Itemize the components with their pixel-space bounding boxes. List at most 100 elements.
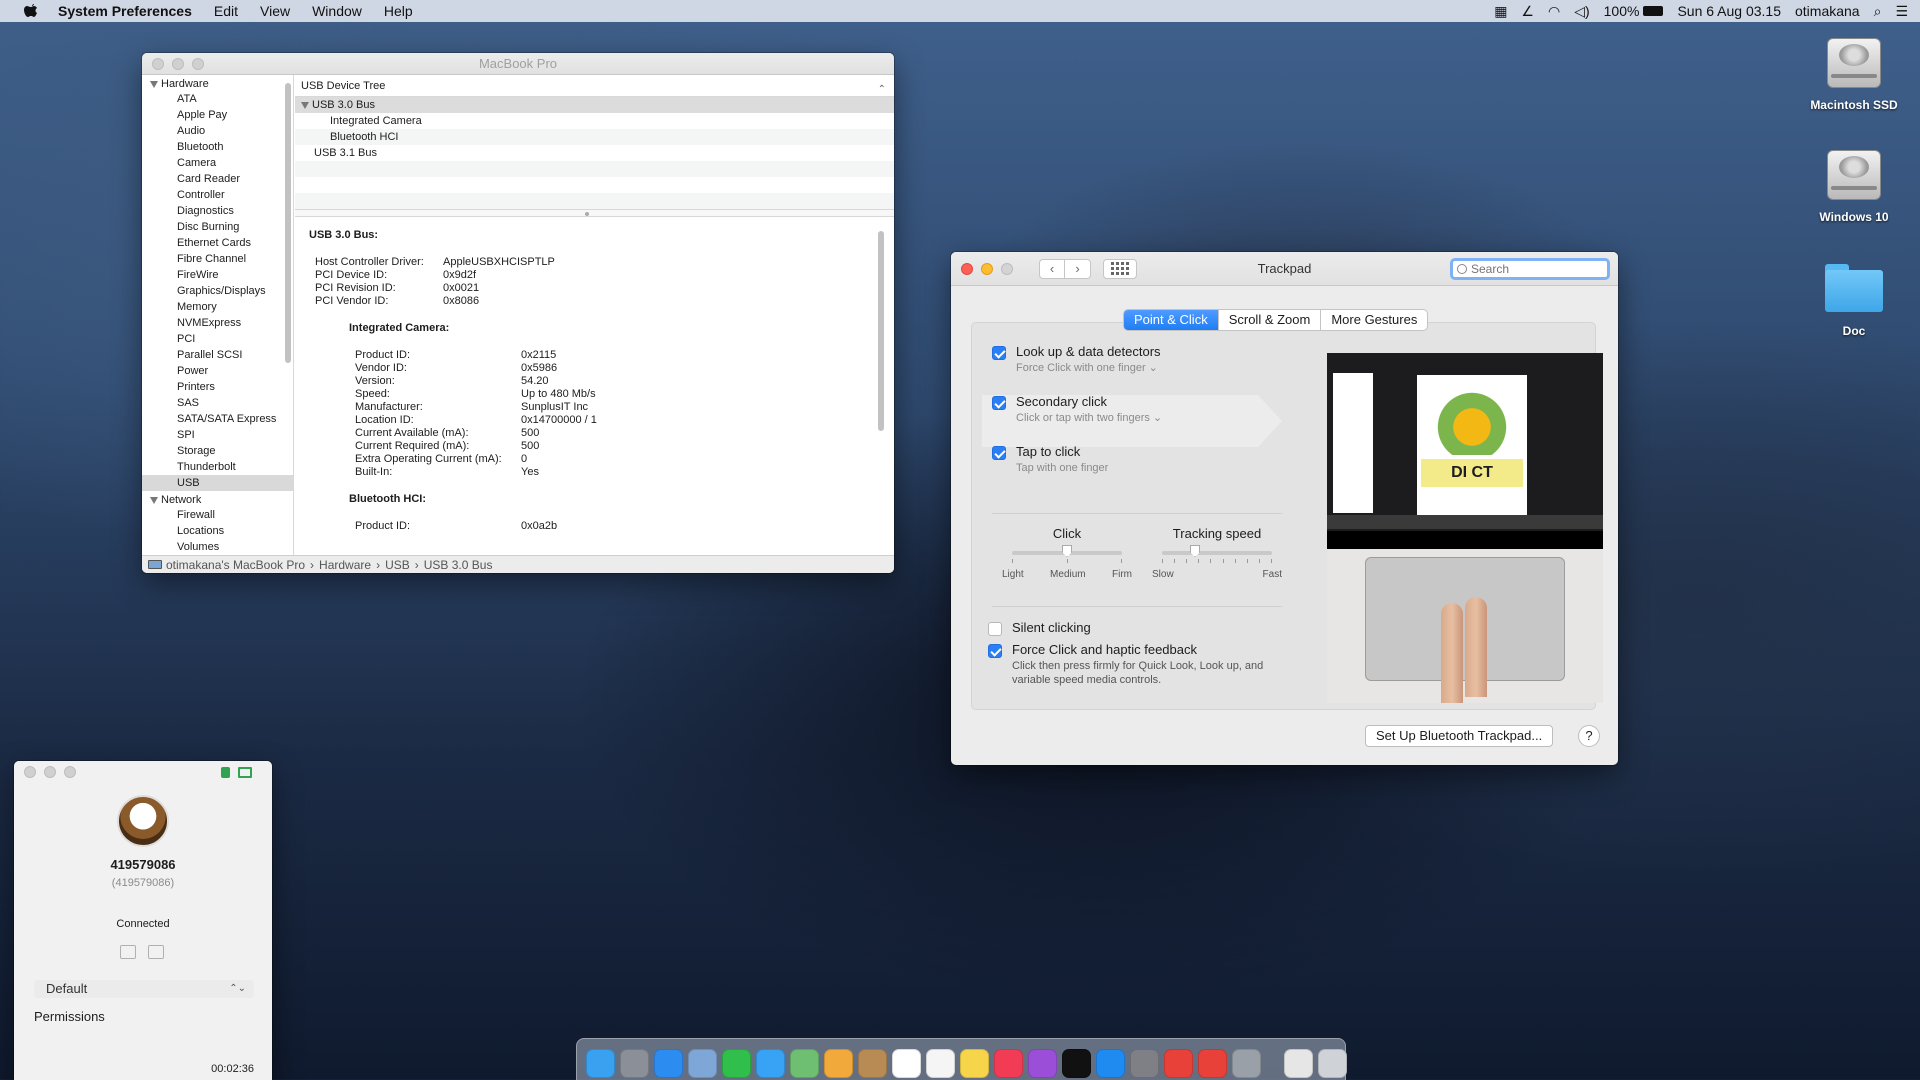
sidebar-item[interactable]: Locations	[142, 523, 293, 539]
menu-window[interactable]: Window	[312, 3, 362, 19]
tv-icon[interactable]	[1062, 1048, 1091, 1078]
tree-row-bluetooth-hci[interactable]: Bluetooth HCI	[295, 129, 894, 145]
sidebar-item[interactable]: Ethernet Cards	[142, 235, 293, 251]
chat-icon[interactable]	[148, 945, 164, 959]
minimize-button[interactable]	[44, 766, 56, 778]
tree-row-integrated-camera[interactable]: Integrated Camera	[295, 113, 894, 129]
tab-scroll-zoom[interactable]: Scroll & Zoom	[1219, 310, 1322, 330]
force-click-checkbox[interactable]	[988, 644, 1002, 658]
secondary-click-checkbox[interactable]	[992, 396, 1006, 410]
sidebar-scrollbar[interactable]	[285, 83, 291, 363]
sidebar-group-network[interactable]: Network	[142, 491, 293, 507]
zoom-button[interactable]	[64, 766, 76, 778]
desktop-icon-macintosh-ssd[interactable]: Macintosh SSD	[1794, 30, 1914, 112]
volume-icon[interactable]: ◁)	[1574, 3, 1589, 20]
sidebar-item[interactable]: Thunderbolt	[142, 459, 293, 475]
minimize-button[interactable]	[172, 57, 184, 70]
menu-help[interactable]: Help	[384, 3, 413, 19]
anydesk-icon[interactable]	[1164, 1048, 1193, 1078]
sidebar-item[interactable]: Power	[142, 363, 293, 379]
clock[interactable]: Sun 6 Aug 03.15	[1677, 3, 1781, 19]
option-gesture-dropdown[interactable]: Force Click with one finger ⌄	[1016, 361, 1161, 375]
tree-row-usb31[interactable]: USB 3.1 Bus	[295, 145, 894, 161]
path-usb30[interactable]: USB 3.0 Bus	[424, 556, 493, 574]
sidebar-item[interactable]: Firewall	[142, 507, 293, 523]
detail-scrollbar[interactable]	[878, 231, 884, 431]
system-preferences-icon[interactable]	[1130, 1048, 1159, 1078]
option-secondary-click[interactable]: Secondary click Click or tap with two fin…	[992, 393, 1162, 425]
sidebar-item[interactable]: Storage	[142, 443, 293, 459]
music-icon[interactable]	[994, 1048, 1023, 1078]
tracking-slider-knob[interactable]	[1190, 545, 1200, 557]
search-input[interactable]	[1471, 262, 1591, 276]
option-gesture-dropdown[interactable]: Click or tap with two fingers ⌄	[1016, 411, 1162, 425]
forward-button[interactable]: ›	[1065, 258, 1091, 279]
zoom-button[interactable]	[1001, 262, 1013, 275]
menu-app-name[interactable]: System Preferences	[58, 3, 192, 19]
tab-point-click[interactable]: Point & Click	[1124, 310, 1219, 330]
click-slider[interactable]	[1012, 545, 1122, 557]
menu-view[interactable]: View	[260, 3, 290, 19]
spotlight-icon[interactable]: ⌕	[1874, 3, 1882, 20]
sidebar-group-hardware[interactable]: Hardware	[142, 75, 293, 91]
wifi-icon[interactable]: ◠	[1548, 3, 1560, 20]
maps-icon[interactable]	[790, 1048, 819, 1078]
battery-icon[interactable]	[1643, 6, 1664, 16]
close-button[interactable]	[152, 57, 164, 70]
path-computer[interactable]: otimakana's MacBook Pro	[166, 556, 305, 574]
sidebar-item[interactable]: Memory	[142, 299, 293, 315]
sidebar-item[interactable]: Camera	[142, 155, 293, 171]
podcasts-icon[interactable]	[1028, 1048, 1057, 1078]
notification-center-icon[interactable]: ☰	[1895, 3, 1908, 20]
sidebar-item[interactable]: Card Reader	[142, 171, 293, 187]
sidebar-item[interactable]: PCI	[142, 331, 293, 347]
show-all-button[interactable]	[1103, 258, 1137, 279]
sidebar-item[interactable]: Disc Burning	[142, 219, 293, 235]
tap-to-click-checkbox[interactable]	[992, 446, 1006, 460]
desktop-icon-windows-10[interactable]: Windows 10	[1794, 142, 1914, 224]
disclosure-triangle-icon[interactable]	[301, 101, 309, 109]
option-lookup[interactable]: Look up & data detectors Force Click with…	[992, 343, 1161, 375]
facetime-icon[interactable]	[722, 1048, 751, 1078]
help-button[interactable]: ?	[1578, 725, 1600, 747]
sidebar-item[interactable]: SAS	[142, 395, 293, 411]
minimize-button[interactable]	[981, 262, 993, 275]
lookup-checkbox[interactable]	[992, 346, 1006, 360]
window-titlebar[interactable]: ‹ › Trackpad	[951, 252, 1618, 286]
sidebar-item[interactable]: NVMExpress	[142, 315, 293, 331]
finder-icon[interactable]	[586, 1048, 615, 1078]
sidebar-item[interactable]: USB	[142, 475, 293, 491]
option-silent-clicking[interactable]: Silent clicking	[988, 619, 1091, 637]
battery-percent[interactable]: 100%	[1604, 3, 1640, 19]
permissions-link[interactable]: Permissions	[34, 1009, 105, 1024]
sidebar-item[interactable]: Printers	[142, 379, 293, 395]
search-field[interactable]	[1450, 258, 1610, 280]
apple-icon[interactable]	[24, 3, 38, 19]
script-icon[interactable]: ∠	[1521, 3, 1534, 20]
tab-more-gestures[interactable]: More Gestures	[1321, 310, 1427, 330]
documents-stack-icon[interactable]	[1284, 1048, 1313, 1078]
tree-row-usb30[interactable]: USB 3.0 Bus	[295, 97, 894, 113]
sidebar-item[interactable]: Fibre Channel	[142, 251, 293, 267]
desktop-icon-doc[interactable]: Doc	[1794, 262, 1914, 338]
tree-header[interactable]: USB Device Tree ⌃	[295, 75, 894, 97]
close-button[interactable]	[961, 262, 973, 275]
contacts-icon[interactable]	[858, 1048, 887, 1078]
photos-icon[interactable]	[824, 1048, 853, 1078]
system-info-icon[interactable]	[1232, 1048, 1261, 1078]
anydesk2-icon[interactable]	[1198, 1048, 1227, 1078]
calendar-icon[interactable]	[892, 1048, 921, 1078]
disclosure-triangle-icon[interactable]	[150, 496, 158, 504]
user-name[interactable]: otimakana	[1795, 3, 1860, 19]
safari-icon[interactable]	[654, 1048, 683, 1078]
sidebar-item[interactable]: Apple Pay	[142, 107, 293, 123]
profile-select[interactable]: Default ⌃⌄	[34, 980, 254, 998]
appstore-icon[interactable]	[1096, 1048, 1125, 1078]
option-tap-to-click[interactable]: Tap to click Tap with one finger	[992, 443, 1108, 475]
sidebar-item[interactable]: Diagnostics	[142, 203, 293, 219]
file-transfer-icon[interactable]	[120, 945, 136, 959]
menu-edit[interactable]: Edit	[214, 3, 238, 19]
sidebar-item[interactable]: Graphics/Displays	[142, 283, 293, 299]
window-titlebar[interactable]: MacBook Pro	[142, 53, 894, 75]
option-force-click[interactable]: Force Click and haptic feedback Click the…	[988, 641, 1288, 687]
